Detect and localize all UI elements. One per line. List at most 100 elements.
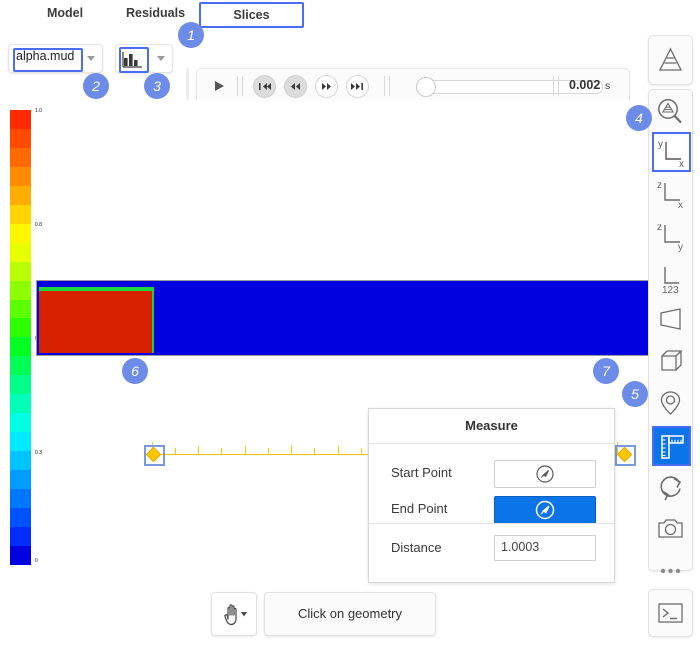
camera-icon[interactable] — [652, 510, 689, 548]
colorbar-band-23 — [10, 545, 31, 565]
mesh-levels-icon[interactable] — [652, 41, 689, 79]
colorbar-tick-0: 1.0 — [35, 108, 42, 114]
annotation-badge-6: 6 — [122, 358, 148, 384]
play-icon[interactable] — [215, 81, 224, 91]
measure-divider — [369, 523, 614, 524]
chevron-down-icon-2[interactable] — [157, 56, 165, 61]
colorbar-band-14 — [10, 375, 31, 395]
probe-pin-icon[interactable] — [652, 384, 689, 422]
distance-label: Distance — [391, 540, 442, 555]
ruler-tick-15 — [361, 448, 362, 454]
more-options-icon[interactable] — [652, 552, 689, 590]
ruler-tick-12 — [221, 448, 222, 454]
colorbar-band-15 — [10, 394, 31, 414]
measure-start-handle[interactable] — [144, 445, 165, 466]
svg-text:z: z — [657, 222, 662, 233]
time-unit: s — [605, 80, 611, 92]
svg-text:y: y — [678, 242, 683, 253]
colorbar-tick-3: 0.3 — [35, 450, 42, 456]
fast-forward-icon[interactable] — [315, 75, 338, 98]
annotation-badge-7: 7 — [593, 358, 619, 384]
view-zx-icon[interactable]: z x — [652, 174, 689, 212]
colorbar-band-9 — [10, 280, 31, 300]
colorbar-band-2 — [10, 147, 31, 167]
svg-text:x: x — [678, 200, 683, 211]
colorbar-band-5 — [10, 204, 31, 224]
colorbar-band-18 — [10, 451, 31, 471]
start-point-pick-button[interactable] — [494, 460, 596, 488]
colorbar-band-17 — [10, 432, 31, 452]
target-crosshair-icon — [536, 465, 554, 483]
toolbar-divider — [186, 68, 189, 100]
distance-input[interactable]: 1.0003 — [494, 535, 596, 561]
zoom-to-fit-icon[interactable] — [652, 94, 689, 132]
colorbar-band-11 — [10, 318, 31, 338]
annotation-badge-4: 4 — [626, 105, 652, 131]
tab-slices[interactable]: Slices — [199, 2, 304, 28]
ruler-tick-14 — [314, 448, 315, 454]
fluid-domain — [36, 280, 648, 356]
measure-end-handle[interactable] — [615, 445, 636, 466]
chevron-down-icon[interactable] — [87, 56, 95, 61]
bar-chart-icon — [122, 52, 142, 68]
view-zy-icon[interactable]: z y — [652, 216, 689, 254]
ruler-tick-2 — [245, 446, 246, 454]
view-yx-icon[interactable]: y x — [652, 132, 691, 172]
time-value: 0.002 — [569, 78, 601, 92]
tab-bar: Model Residuals Slices — [0, 0, 700, 28]
start-point-diamond-icon — [145, 446, 162, 463]
right-toolbar-bottom — [648, 589, 693, 637]
colorbar-band-13 — [10, 356, 31, 376]
rewind-icon[interactable] — [284, 75, 307, 98]
distance-value: 1.0003 — [501, 540, 540, 554]
box-icon[interactable] — [652, 342, 689, 380]
measure-ruler-icon[interactable] — [652, 426, 691, 466]
refresh-icon[interactable] — [652, 468, 689, 506]
ruler-tick-11 — [175, 448, 176, 454]
terminal-icon[interactable] — [652, 594, 689, 632]
model-select-value: alpha.mud — [16, 49, 75, 63]
colorbar-band-3 — [10, 166, 31, 186]
measure-distance-row: Distance 1.0003 — [369, 531, 614, 567]
playback-divider-3 — [553, 76, 559, 96]
right-toolbar-middle: y x z x z y 123 — [648, 89, 693, 574]
colorbar-band-10 — [10, 299, 31, 319]
measure-dialog: Measure Start Point End Point Distance 1… — [368, 408, 615, 583]
svg-text:z: z — [657, 180, 662, 191]
annotation-badge-1: 1 — [178, 22, 204, 48]
playback-panel: 0.002 s — [196, 68, 630, 104]
start-point-label: Start Point — [391, 465, 452, 480]
colorbar-band-7 — [10, 242, 31, 262]
colorbar-band-16 — [10, 413, 31, 433]
hand-tool-button[interactable] — [211, 592, 257, 636]
ruler-tick-13 — [268, 448, 269, 454]
right-toolbar-top — [648, 35, 693, 85]
colorbar-band-0 — [10, 110, 31, 129]
annotation-badge-2: 2 — [83, 73, 109, 99]
click-on-geometry-button[interactable]: Click on geometry — [264, 592, 436, 636]
colorbar-band-20 — [10, 489, 31, 509]
axes-numbers-icon[interactable]: 123 — [652, 258, 689, 296]
measure-start-row: Start Point — [369, 456, 614, 492]
svg-text:123: 123 — [662, 285, 679, 296]
colorbar-band-8 — [10, 261, 31, 281]
colorbar-band-4 — [10, 185, 31, 205]
model-select[interactable]: alpha.mud — [8, 44, 103, 73]
ruler-tick-1 — [198, 446, 199, 454]
chart-select-box — [119, 47, 149, 73]
ruler-tick-3 — [291, 446, 292, 454]
playback-divider-2 — [384, 76, 390, 96]
measure-dialog-title: Measure — [369, 409, 614, 444]
colorbar-tick-4: 0 — [35, 558, 38, 564]
end-point-pick-button[interactable] — [494, 496, 596, 524]
tab-model[interactable]: Model — [10, 2, 120, 25]
perspective-icon[interactable] — [652, 300, 689, 338]
colorbar — [10, 110, 31, 565]
colorbar-band-12 — [10, 337, 31, 357]
chart-type-select[interactable] — [115, 44, 173, 73]
ruler-tick-4 — [338, 446, 339, 454]
end-point-diamond-icon — [616, 446, 633, 463]
skip-to-end-icon[interactable] — [346, 75, 369, 98]
time-slider-knob[interactable] — [416, 77, 436, 97]
skip-to-start-icon[interactable] — [253, 75, 276, 98]
